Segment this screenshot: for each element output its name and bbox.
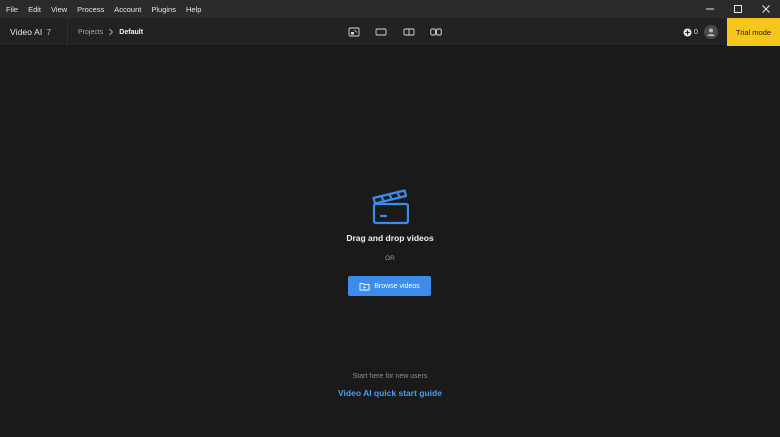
split-view-icon	[403, 28, 415, 36]
credits-indicator[interactable]: 0	[683, 24, 698, 40]
menu-plugins[interactable]: Plugins	[146, 0, 181, 18]
breadcrumb-projects[interactable]: Projects	[78, 29, 103, 36]
close-button[interactable]	[752, 0, 780, 18]
folder-video-icon	[359, 282, 370, 291]
minimize-icon	[706, 8, 714, 10]
menu-edit[interactable]: Edit	[23, 0, 46, 18]
view-mode-full-button[interactable]	[368, 18, 396, 46]
maximize-icon	[734, 5, 742, 13]
chevron-right-icon	[108, 28, 114, 36]
close-icon	[762, 5, 770, 13]
view-mode-split-button[interactable]	[395, 18, 423, 46]
side-by-side-icon	[430, 28, 442, 36]
app-name: Video AI	[10, 27, 43, 37]
view-mode-single-button[interactable]	[340, 18, 368, 46]
menu-view[interactable]: View	[46, 0, 72, 18]
start-here-text: Start here for new users	[352, 373, 428, 380]
single-view-icon	[348, 27, 360, 37]
user-icon	[707, 28, 715, 36]
clapperboard-icon	[372, 189, 409, 225]
drop-zone-title: Drag and drop videos	[346, 233, 434, 243]
account-avatar[interactable]	[704, 25, 718, 39]
minimize-button[interactable]	[696, 0, 724, 18]
menu-bar: File Edit View Process Account Plugins H…	[0, 0, 780, 18]
credit-icon	[683, 28, 692, 36]
view-mode-side-by-side-button[interactable]	[423, 18, 451, 46]
app-version: 7	[46, 27, 52, 37]
breadcrumb: Projects Default	[78, 18, 143, 46]
menu-account[interactable]: Account	[109, 0, 146, 18]
toolbar-divider	[67, 18, 68, 46]
browse-videos-label: Browse videos	[374, 282, 420, 290]
full-view-icon	[375, 28, 387, 36]
browse-videos-button[interactable]: Browse videos	[348, 276, 431, 296]
quick-start-guide-link[interactable]: Video AI quick start guide	[0, 388, 780, 398]
app-window: File Edit View Process Account Plugins H…	[0, 0, 780, 437]
view-mode-group	[340, 18, 450, 46]
app-title: Video AI 7	[10, 18, 51, 46]
menu-file[interactable]: File	[0, 0, 23, 18]
credits-count: 0	[694, 28, 698, 36]
toolbar: Video AI 7 Projects Default	[0, 18, 780, 46]
breadcrumb-current: Default	[119, 28, 144, 36]
menu-help[interactable]: Help	[181, 0, 206, 18]
menu-process[interactable]: Process	[72, 0, 109, 18]
window-controls	[696, 0, 780, 18]
trial-mode-button[interactable]: Trial mode	[727, 18, 780, 46]
or-separator: OR	[385, 255, 395, 262]
maximize-button[interactable]	[724, 0, 752, 18]
